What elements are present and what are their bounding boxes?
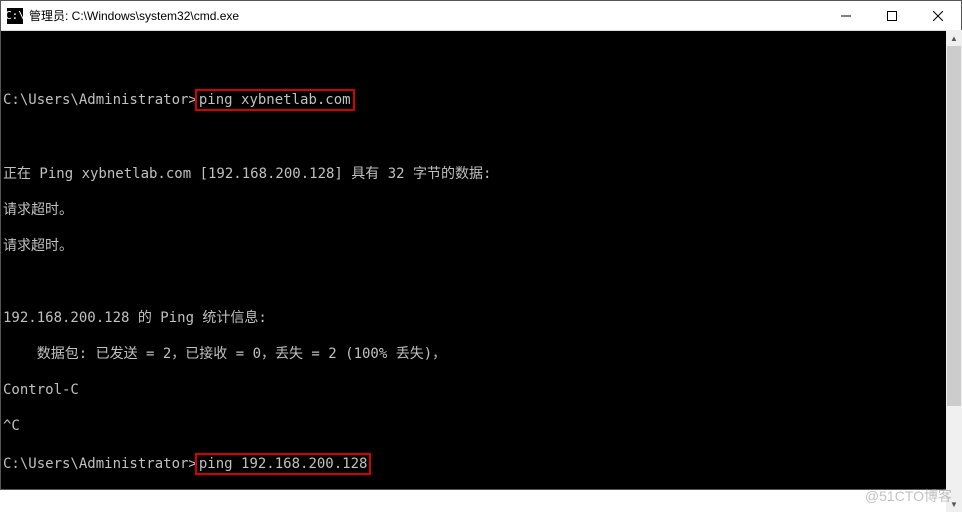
prompt-line-1: C:\Users\Administrator>ping xybnetlab.co… xyxy=(3,89,959,111)
prompt-text: C:\Users\Administrator> xyxy=(3,92,197,108)
window-title: 管理员: C:\Windows\system32\cmd.exe xyxy=(29,7,239,24)
output-line: 请求超时。 xyxy=(3,237,959,255)
vertical-scrollbar[interactable]: ▲ ▼ xyxy=(946,30,962,512)
stats-line: 数据包: 已发送 = 2，已接收 = 0，丢失 = 2 (100% 丢失)， xyxy=(3,345,959,363)
highlighted-command-2: ping 192.168.200.128 xyxy=(195,453,372,475)
highlighted-command-1: ping xybnetlab.com xyxy=(195,89,355,111)
scroll-up-button[interactable]: ▲ xyxy=(946,30,962,46)
ctrlc-line: Control-C xyxy=(3,381,959,399)
scrollbar-thumb[interactable] xyxy=(947,46,961,406)
prompt-line-2: C:\Users\Administrator>ping 192.168.200.… xyxy=(3,453,959,475)
blank-line xyxy=(3,53,959,71)
close-icon xyxy=(933,11,943,21)
close-button[interactable] xyxy=(915,1,961,30)
minimize-icon xyxy=(841,11,851,21)
cmd-icon: C:\ xyxy=(7,8,23,24)
output-line: 正在 Ping xybnetlab.com [192.168.200.128] … xyxy=(3,165,959,183)
blank-line xyxy=(3,129,959,147)
stats-line: 192.168.200.128 的 Ping 统计信息: xyxy=(3,309,959,327)
titlebar[interactable]: C:\ 管理员: C:\Windows\system32\cmd.exe xyxy=(1,1,961,31)
blank-line xyxy=(3,273,959,291)
window-frame: C:\ 管理员: C:\Windows\system32\cmd.exe C:\… xyxy=(0,0,962,490)
caret-line: ^C xyxy=(3,417,959,435)
terminal-output[interactable]: C:\Users\Administrator>ping xybnetlab.co… xyxy=(1,31,961,489)
maximize-icon xyxy=(887,11,897,21)
prompt-text: C:\Users\Administrator> xyxy=(3,456,197,472)
watermark-text: @51CTO博客 xyxy=(865,486,952,506)
output-line: 请求超时。 xyxy=(3,201,959,219)
maximize-button[interactable] xyxy=(869,1,915,30)
minimize-button[interactable] xyxy=(823,1,869,30)
window-controls xyxy=(823,1,961,30)
